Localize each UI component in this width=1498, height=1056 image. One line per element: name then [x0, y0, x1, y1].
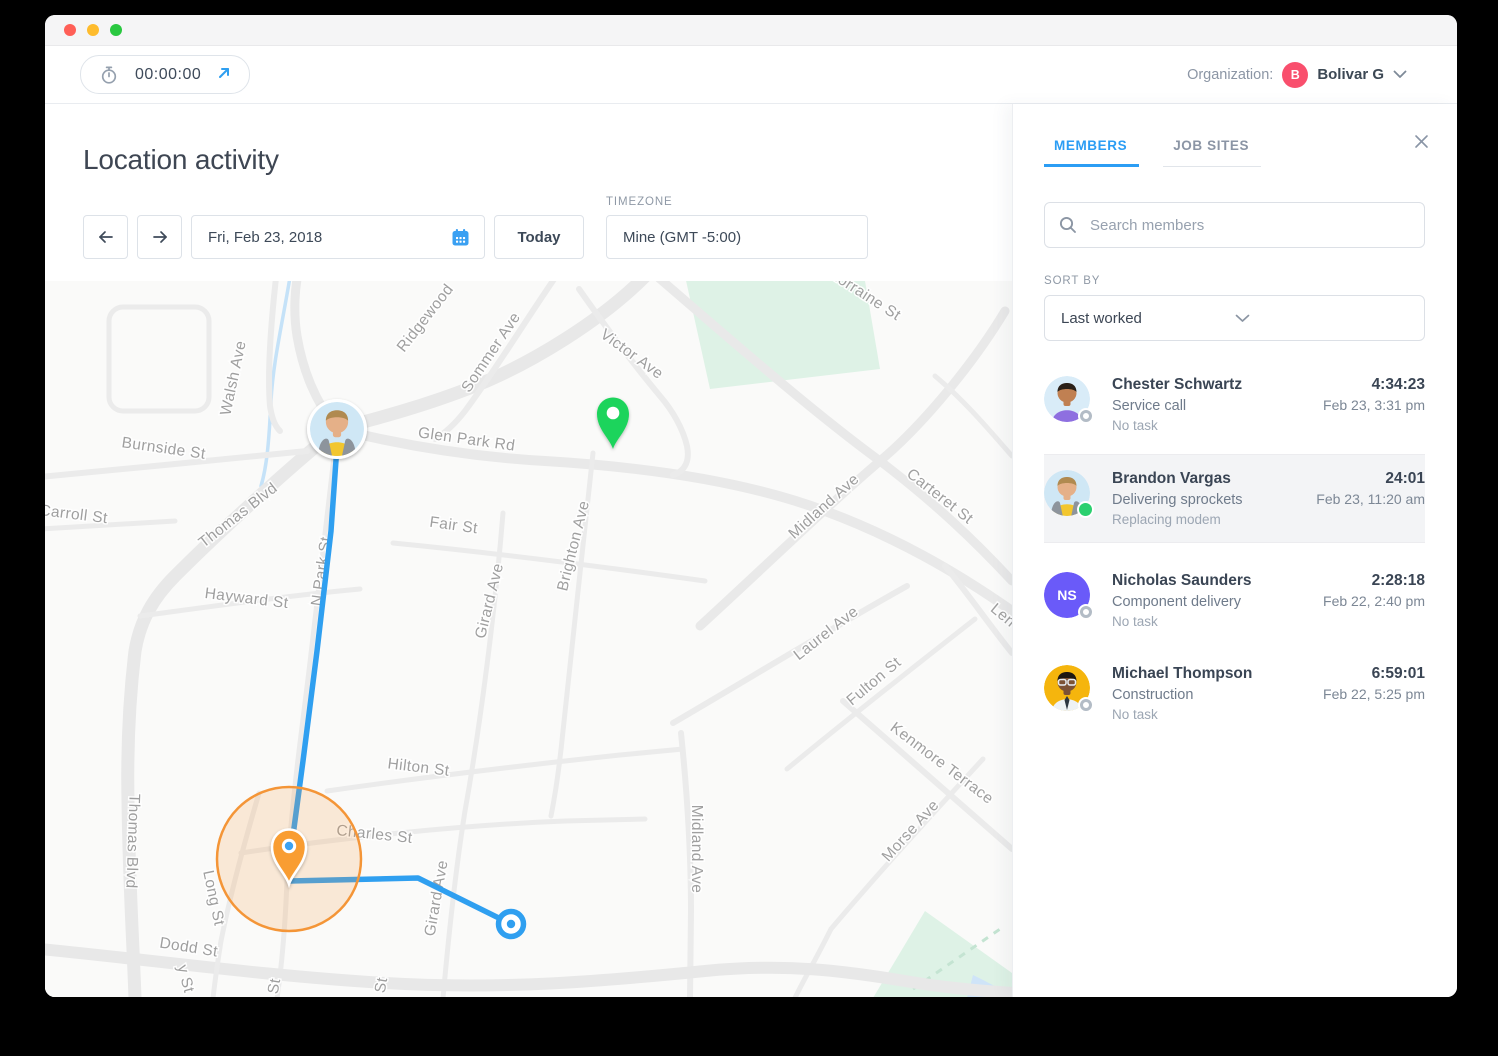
member-row[interactable]: Chester Schwartz 4:34:23 Service call Feb …: [1044, 361, 1425, 448]
member-name: Brandon Vargas: [1112, 470, 1231, 487]
chevron-down-icon: [1393, 70, 1407, 79]
svg-text:Thomas Blvd: Thomas Blvd: [122, 793, 142, 888]
next-day-button[interactable]: [137, 215, 182, 259]
member-duration: 4:34:23: [1371, 376, 1425, 393]
timer-widget[interactable]: 00:00:00: [80, 55, 251, 94]
previous-day-button[interactable]: [83, 215, 128, 259]
topbar: 00:00:00 Organization: B Bolivar G: [45, 46, 1457, 104]
member-row[interactable]: NS Nicholas Saunders 2:28:18 Component de…: [1044, 557, 1425, 644]
member-task: Construction: [1112, 687, 1194, 703]
search-icon: [1059, 216, 1077, 234]
stage: 00:00:00 Organization: B Bolivar G Locat…: [0, 0, 1498, 1056]
arrow-left-icon: [97, 229, 115, 245]
search-members-input[interactable]: [1088, 215, 1410, 235]
status-badge: [1080, 699, 1092, 711]
sort-by-value: Last worked: [1061, 309, 1142, 327]
window-titlebar: [45, 15, 1457, 46]
member-duration: 6:59:01: [1371, 665, 1425, 682]
map-canvas[interactable]: Walsh Ave Burnside St Carroll St Thomas Blv…: [45, 281, 1012, 997]
svg-text:NS: NS: [1057, 587, 1076, 603]
member-task: Service call: [1112, 398, 1187, 414]
avatar: [1044, 665, 1092, 711]
member-date: Feb 22, 2:40 pm: [1323, 593, 1425, 609]
zoom-window-button[interactable]: [110, 24, 122, 36]
timezone-label: TIMEZONE: [606, 196, 673, 208]
organization-label: Organization:: [1187, 66, 1274, 83]
sidebar: MEMBERS JOB SITES SORT BY Last worked: [1012, 104, 1457, 997]
page-title: Location activity: [83, 144, 279, 175]
svg-text:St: St: [265, 977, 284, 995]
member-duration: 24:01: [1385, 470, 1425, 487]
page-header: Location activity Fri, Feb 23, 2018 Toda…: [45, 104, 1012, 281]
arrow-right-icon: [151, 229, 169, 245]
map-svg: Walsh AveBurnside StCarroll St Thomas Blv…: [45, 281, 1012, 997]
member-name: Nicholas Saunders: [1112, 572, 1252, 589]
member-date: Feb 23, 11:20 am: [1316, 491, 1425, 507]
member-name: Michael Thompson: [1112, 665, 1253, 682]
member-subtask: No task: [1112, 614, 1158, 629]
organization-menu[interactable]: Organization: B Bolivar G: [1187, 61, 1407, 88]
avatar: [1044, 470, 1092, 516]
route-end-marker[interactable]: [495, 908, 527, 940]
member-subtask: No task: [1112, 418, 1158, 433]
organization-name: Bolivar G: [1317, 66, 1384, 83]
member-subtask: No task: [1112, 707, 1158, 722]
member-row[interactable]: Brandon Vargas 24:01 Delivering sprockets…: [1044, 454, 1425, 543]
date-controls: Fri, Feb 23, 2018 Today TIMEZONE Mine (G…: [83, 196, 868, 259]
main-panel: Location activity Fri, Feb 23, 2018 Toda…: [45, 104, 1012, 997]
date-picker[interactable]: Fri, Feb 23, 2018: [191, 215, 485, 259]
organization-avatar: B: [1282, 61, 1309, 88]
member-duration: 2:28:18: [1371, 572, 1425, 589]
avatar: NS: [1044, 572, 1092, 618]
member-task: Delivering sprockets: [1112, 492, 1243, 508]
sort-by-label: SORT BY: [1044, 275, 1101, 287]
selected-date: Fri, Feb 23, 2018: [208, 228, 323, 246]
status-badge: [1079, 503, 1092, 516]
status-badge: [1080, 410, 1092, 422]
tab-members[interactable]: MEMBERS: [1044, 138, 1140, 167]
timezone-value: Mine (GMT -5:00): [623, 228, 742, 246]
svg-text:Midland Ave: Midland Ave: [688, 805, 705, 894]
minimize-window-button[interactable]: [87, 24, 99, 36]
sort-by-select[interactable]: Last worked: [1044, 295, 1425, 341]
stopwatch-icon: [99, 65, 119, 85]
close-panel-button[interactable]: [1414, 134, 1429, 149]
member-name: Chester Schwartz: [1112, 376, 1243, 393]
member-subtask: Replacing modem: [1112, 512, 1221, 527]
timer-value: 00:00:00: [135, 65, 202, 83]
member-list: Chester Schwartz 4:34:23 Service call Feb …: [1044, 361, 1425, 997]
close-window-button[interactable]: [64, 24, 76, 36]
panel-tabs: MEMBERS JOB SITES: [1044, 138, 1425, 167]
timezone-select[interactable]: Mine (GMT -5:00): [606, 215, 868, 259]
search-members-box: [1044, 202, 1425, 248]
member-row[interactable]: Michael Thompson 6:59:01 Construction Feb …: [1044, 650, 1425, 737]
app-window: 00:00:00 Organization: B Bolivar G Locat…: [45, 15, 1457, 997]
tab-job-sites[interactable]: JOB SITES: [1163, 138, 1262, 167]
timer-expand-icon[interactable]: [217, 66, 231, 84]
avatar: [1044, 376, 1092, 422]
svg-text:St: St: [372, 976, 391, 994]
member-date: Feb 22, 5:25 pm: [1323, 686, 1425, 702]
status-badge: [1080, 606, 1092, 618]
today-button[interactable]: Today: [494, 215, 584, 259]
calendar-icon: [451, 228, 470, 247]
chevron-down-icon: [1235, 314, 1409, 323]
member-map-marker[interactable]: [307, 399, 367, 459]
timezone-group: TIMEZONE Mine (GMT -5:00): [606, 196, 868, 259]
member-task: Component delivery: [1112, 594, 1241, 610]
member-date: Feb 23, 3:31 pm: [1323, 397, 1425, 413]
